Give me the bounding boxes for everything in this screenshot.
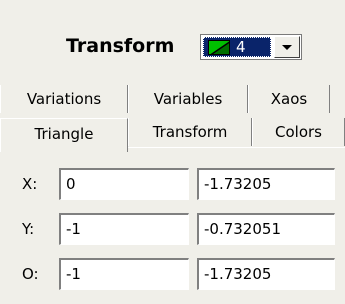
tab-variables[interactable]: Variables <box>128 85 248 113</box>
tab-transform[interactable]: Transform <box>128 118 252 146</box>
tab-variations-label: Variations <box>26 90 102 108</box>
row-y: Y: -1 -0.732051 <box>0 213 345 245</box>
tab-triangle-label: Triangle <box>34 125 94 143</box>
transform-header: Transform 4 <box>0 28 345 64</box>
transform-label: Transform <box>66 35 175 57</box>
tab-row-front: Triangle Transform Colors <box>0 115 345 152</box>
tab-colors-label: Colors <box>275 123 322 141</box>
y-value1-field[interactable]: -1 <box>59 213 189 245</box>
tab-variables-label: Variables <box>153 90 223 108</box>
transform-select-text: 4 <box>236 38 246 56</box>
tab-transform-label: Transform <box>152 123 228 141</box>
tab-variations[interactable]: Variations <box>0 85 128 113</box>
transform-panel: Transform 4 Variations Variables Xaos Tr… <box>0 0 345 304</box>
tab-triangle[interactable]: Triangle <box>0 118 128 152</box>
x-value2-field[interactable]: -1.73205 <box>197 168 335 200</box>
tab-xaos[interactable]: Xaos <box>248 85 330 113</box>
transform-select-value: 4 <box>203 37 271 57</box>
row-x: X: 0 -1.73205 <box>0 168 345 200</box>
transform-select[interactable]: 4 <box>200 34 302 60</box>
chevron-down-icon <box>282 45 292 50</box>
x-value1-field[interactable]: 0 <box>59 168 189 200</box>
row-y-label: Y: <box>22 220 35 238</box>
o-value2-field[interactable]: -1.73205 <box>197 258 335 290</box>
tab-row-back: Variations Variables Xaos <box>0 85 345 115</box>
y-value2-field[interactable]: -0.732051 <box>197 213 335 245</box>
triangle-swatch-icon <box>208 40 230 55</box>
tab-colors[interactable]: Colors <box>252 118 345 146</box>
transform-select-dropdown-button[interactable] <box>274 36 300 58</box>
row-x-label: X: <box>22 175 38 193</box>
o-value1-field[interactable]: -1 <box>59 258 189 290</box>
tab-xaos-label: Xaos <box>270 90 308 108</box>
row-o: O: -1 -1.73205 <box>0 258 345 290</box>
row-o-label: O: <box>22 265 39 283</box>
